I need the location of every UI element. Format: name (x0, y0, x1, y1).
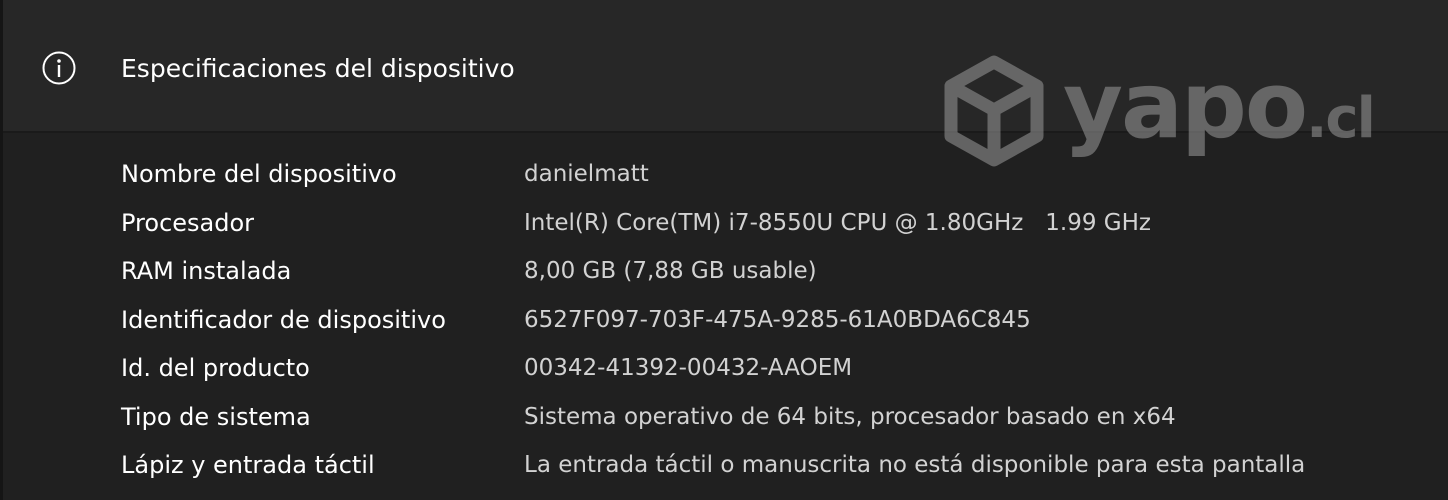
spec-list: Nombre del dispositivo danielmatt Proces… (121, 150, 1421, 490)
section-title: Especificaciones del dispositivo (121, 54, 515, 83)
device-specifications-header[interactable]: Especificaciones del dispositivo yapo.cl (3, 0, 1448, 167)
spec-label: Lápiz y entrada táctil (121, 451, 375, 479)
spec-row-processor: Procesador Intel(R) Core(TM) i7-8550U CP… (121, 199, 1421, 248)
spec-label: Identificador de dispositivo (121, 305, 446, 334)
info-icon (41, 50, 77, 86)
spec-row-device-id: Identificador de dispositivo 6527F097-70… (121, 296, 1421, 345)
spec-row-installed-ram: RAM instalada 8,00 GB (7,88 GB usable) (121, 247, 1421, 296)
device-specifications-panel: Especificaciones del dispositivo yapo.cl… (0, 0, 1448, 500)
spec-label: Id. del producto (121, 354, 310, 382)
spec-label: Tipo de sistema (121, 402, 311, 431)
spec-value: 8,00 GB (7,88 GB usable) (524, 258, 817, 284)
spec-value: danielmatt (524, 161, 649, 187)
watermark-brand-name: yapo (1063, 52, 1308, 159)
spec-label: RAM instalada (121, 257, 292, 285)
watermark-brand-tld: .cl (1306, 86, 1376, 151)
spec-value: 00342-41392-00432-AAOEM (524, 355, 853, 381)
spec-value: Sistema operativo de 64 bits, procesador… (524, 403, 1176, 430)
spec-value: La entrada táctil o manuscrita no está d… (524, 452, 1306, 478)
spec-label: Nombre del dispositivo (121, 160, 397, 188)
spec-value: Intel(R) Core(TM) i7-8550U CPU @ 1.80GHz… (524, 209, 1151, 236)
spec-row-device-name: Nombre del dispositivo danielmatt (121, 150, 1421, 199)
spec-row-system-type: Tipo de sistema Sistema operativo de 64 … (121, 393, 1421, 442)
spec-label: Procesador (121, 208, 255, 237)
spec-value: 6527F097-703F-475A-9285-61A0BDA6C845 (524, 306, 1031, 333)
spec-row-pen-touch: Lápiz y entrada táctil La entrada táctil… (121, 441, 1421, 490)
spec-row-product-id: Id. del producto 00342-41392-00432-AAOEM (121, 344, 1421, 393)
